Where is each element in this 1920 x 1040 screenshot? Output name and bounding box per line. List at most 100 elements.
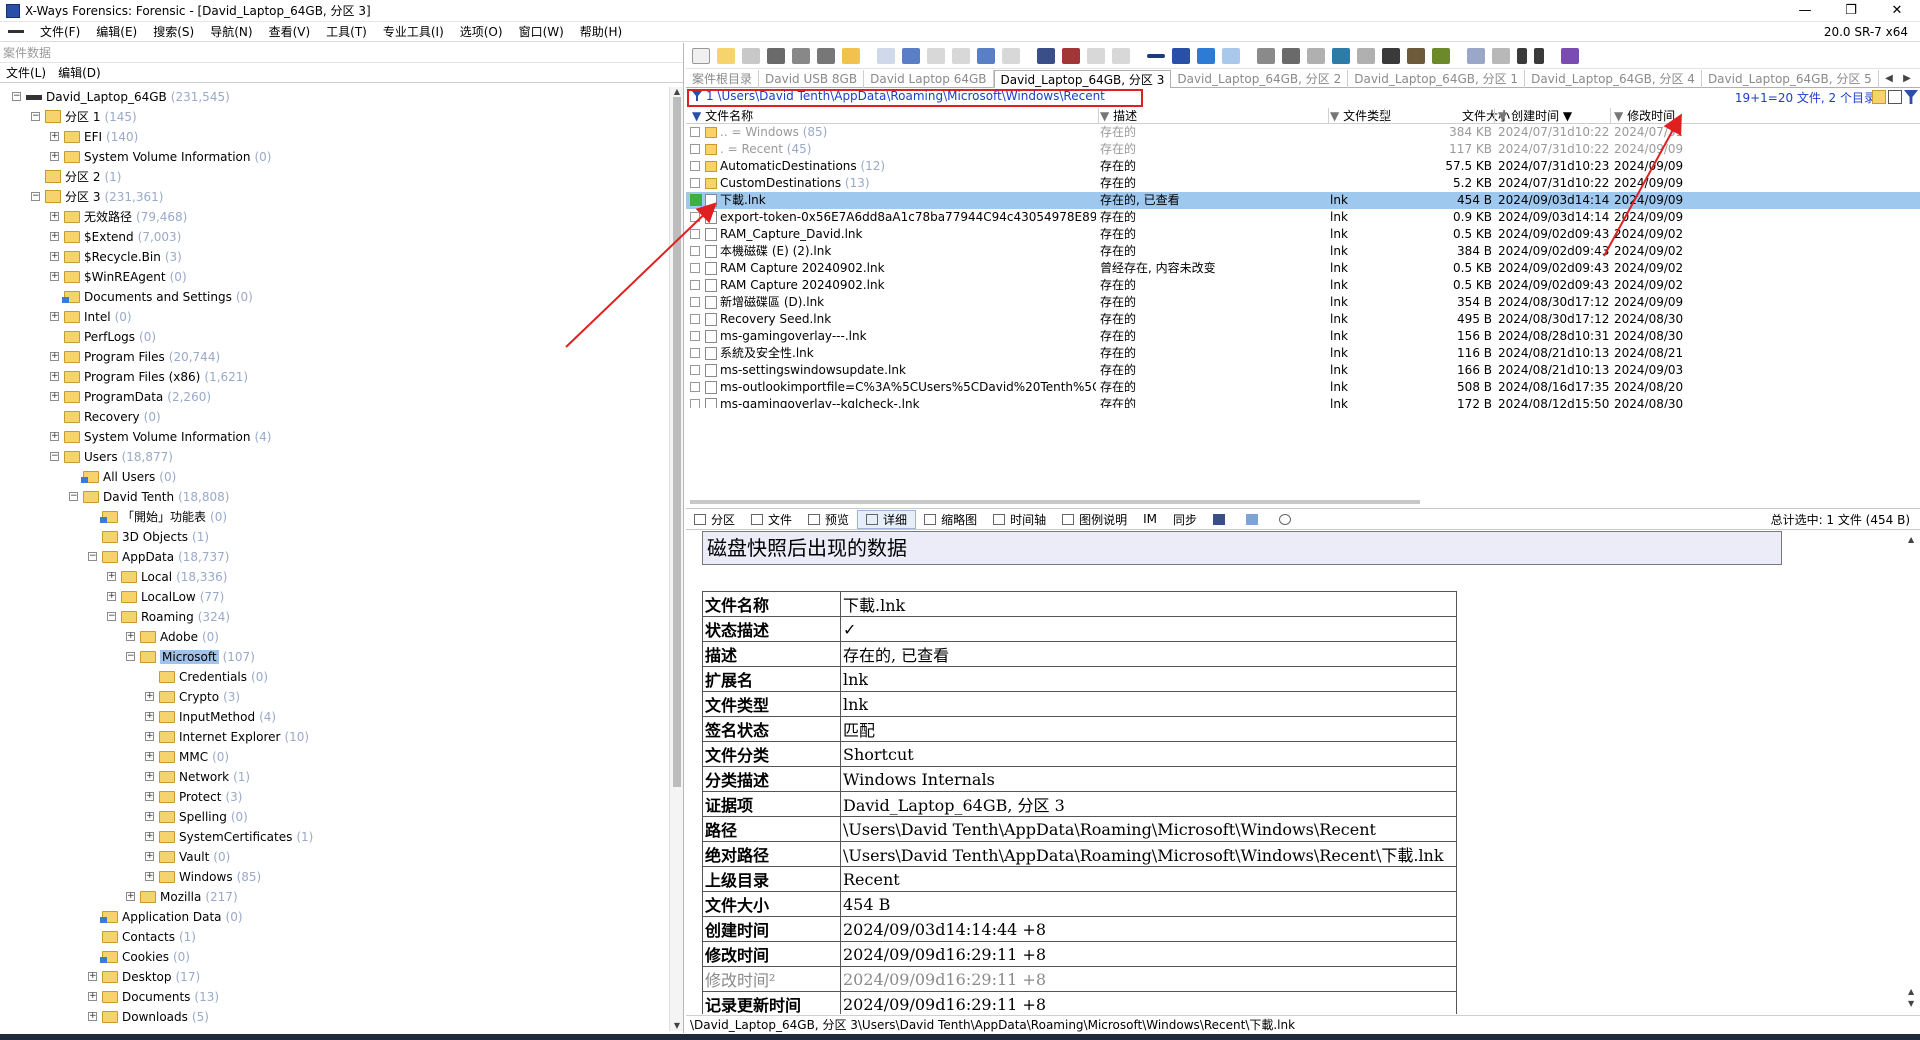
- details-scroll-up-icon[interactable]: ▲: [1908, 535, 1914, 544]
- row-checkbox[interactable]: [690, 399, 700, 408]
- row-checkbox[interactable]: [690, 365, 700, 375]
- tree-node[interactable]: 3D Objects (1): [0, 527, 670, 547]
- row-checkbox[interactable]: [690, 263, 700, 273]
- expand-icon[interactable]: +: [50, 312, 59, 321]
- save-icon[interactable]: [742, 47, 760, 64]
- disk-icon[interactable]: [767, 47, 785, 64]
- details-scrollbar[interactable]: ▲ ▲ ▼: [1906, 531, 1920, 1014]
- paste-icon[interactable]: [927, 47, 945, 64]
- tab-partition-3[interactable]: David_Laptop_64GB, 分区 3: [993, 70, 1172, 88]
- undo-icon[interactable]: [877, 47, 895, 64]
- find-hex-icon[interactable]: [1062, 47, 1080, 64]
- current-path[interactable]: 1 \Users\David Tenth\AppData\Roaming\Mic…: [692, 89, 1105, 104]
- collapse-icon[interactable]: −: [31, 112, 40, 121]
- file-row[interactable]: Recovery Seed.lnk 存在的 lnk 495 B 2024/08/30d1…: [686, 311, 1920, 328]
- collapse-icon[interactable]: −: [107, 612, 116, 621]
- row-checkbox[interactable]: [690, 161, 700, 171]
- tree-node[interactable]: PerfLogs (0): [0, 327, 670, 347]
- expand-icon[interactable]: +: [50, 352, 59, 361]
- header-modified[interactable]: ▼ 修改时间: [1614, 108, 1675, 124]
- collapse-icon[interactable]: −: [126, 652, 135, 661]
- expand-icon[interactable]: +: [50, 432, 59, 441]
- tree-node[interactable]: Recovery (0): [0, 407, 670, 427]
- collapse-icon[interactable]: −: [12, 92, 21, 101]
- tree-node[interactable]: − 分区 3 (231,361): [0, 187, 670, 207]
- analysis-icon[interactable]: [1407, 47, 1425, 64]
- copy-icon[interactable]: [902, 47, 920, 64]
- details-scroll-down-icon[interactable]: ▼: [1908, 999, 1914, 1008]
- expand-icon[interactable]: +: [50, 152, 59, 161]
- expand-icon[interactable]: +: [50, 372, 59, 381]
- file-row[interactable]: 本機磁碟 (E) (2).lnk 存在的 lnk 384 B 2024/09/02d09…: [686, 243, 1920, 260]
- tree-node[interactable]: − Users (18,877): [0, 447, 670, 467]
- tab-left-icon[interactable]: ◀: [1880, 70, 1898, 88]
- tree-node[interactable]: + Documents (13): [0, 987, 670, 1007]
- hscroll-thumb[interactable]: [690, 500, 1420, 504]
- minimize-button[interactable]: —: [1782, 0, 1828, 22]
- copy-block-icon[interactable]: [977, 47, 995, 64]
- scroll-up-icon[interactable]: ▲: [670, 87, 684, 97]
- tree-node[interactable]: + $Extend (7,003): [0, 227, 670, 247]
- tree-node[interactable]: Credentials (0): [0, 667, 670, 687]
- header-desc[interactable]: ▼ 描述: [1100, 108, 1137, 124]
- find-next-icon[interactable]: [1087, 47, 1105, 64]
- file-row[interactable]: 系統及安全性.lnk 存在的 lnk 116 B 2024/08/21d10:13:55…: [686, 345, 1920, 362]
- properties-icon[interactable]: [817, 47, 835, 64]
- file-row[interactable]: AutomaticDestinations (12) 存在的 57.5 KB 2024…: [686, 158, 1920, 175]
- tree-node[interactable]: − Roaming (324): [0, 607, 670, 627]
- expand-icon[interactable]: +: [107, 572, 116, 581]
- new-case-icon[interactable]: [692, 47, 710, 64]
- view-legend-button[interactable]: 图例说明: [1054, 511, 1135, 528]
- header-name[interactable]: ▼ 文件名称: [692, 108, 753, 124]
- tree-node[interactable]: + Program Files (x86) (1,621): [0, 367, 670, 387]
- row-checkbox[interactable]: [690, 144, 700, 154]
- menu-help[interactable]: 帮助(H): [572, 22, 630, 42]
- tree-node[interactable]: − AppData (18,737): [0, 547, 670, 567]
- tree-node[interactable]: + System Volume Information (4): [0, 427, 670, 447]
- menu-window[interactable]: 窗口(W): [511, 22, 572, 42]
- system-menu-icon[interactable]: [8, 30, 24, 33]
- tree-node[interactable]: + Downloads (5): [0, 1007, 670, 1027]
- tab-case-root[interactable]: 案件根目录: [686, 70, 760, 88]
- back-icon[interactable]: [1197, 47, 1215, 64]
- tree-node[interactable]: + MMC (0): [0, 747, 670, 767]
- row-checkbox[interactable]: [690, 178, 700, 188]
- forward-icon[interactable]: [1222, 47, 1240, 64]
- row-checkbox[interactable]: [690, 127, 700, 137]
- tree-node[interactable]: + ProgramData (2,260): [0, 387, 670, 407]
- tree-node[interactable]: + Internet Explorer (10): [0, 727, 670, 747]
- goto-offset-icon[interactable]: [1147, 53, 1165, 58]
- file-row[interactable]: CustomDestinations (13) 存在的 5.2 KB 2024/07/…: [686, 175, 1920, 192]
- view-file-button[interactable]: 文件: [743, 511, 800, 528]
- tree-node[interactable]: + SystemCertificates (1): [0, 827, 670, 847]
- expand-icon[interactable]: +: [50, 212, 59, 221]
- tree-node[interactable]: + Program Files (20,744): [0, 347, 670, 367]
- row-checkbox[interactable]: [690, 331, 700, 341]
- header-type[interactable]: ▼ 文件类型: [1330, 108, 1391, 124]
- tree-node[interactable]: − David_Laptop_64GB (231,545): [0, 87, 670, 107]
- expand-icon[interactable]: +: [88, 1012, 97, 1021]
- tree-node[interactable]: + Protect (3): [0, 787, 670, 807]
- filter-all-icon[interactable]: [1904, 90, 1918, 104]
- tab-right-icon[interactable]: ▶: [1898, 70, 1916, 88]
- tree-node[interactable]: 「開始」功能表 (0): [0, 507, 670, 527]
- file-row[interactable]: ms-settingswindowsupdate.lnk 存在的 lnk 166 B 2…: [686, 362, 1920, 379]
- expand-icon[interactable]: +: [145, 712, 154, 721]
- sidebar-view-icon[interactable]: [1238, 513, 1271, 525]
- fill-icon[interactable]: [1002, 47, 1020, 64]
- tab-partition-1[interactable]: David_Laptop_64GB, 分区 1: [1348, 70, 1526, 88]
- export-icon[interactable]: [842, 47, 860, 64]
- folder-toggle-icon[interactable]: [1872, 90, 1886, 104]
- expand-icon[interactable]: +: [145, 872, 154, 881]
- tree-node[interactable]: Contacts (1): [0, 927, 670, 947]
- ram-icon[interactable]: [1332, 47, 1350, 64]
- row-checkbox[interactable]: [690, 246, 700, 256]
- collapse-icon[interactable]: −: [50, 452, 59, 461]
- menu-search[interactable]: 搜索(S): [145, 22, 202, 42]
- tree-node[interactable]: Cookies (0): [0, 947, 670, 967]
- file-row[interactable]: RAM Capture 20240902.lnk 存在的 lnk 0.5 KB 2024…: [686, 277, 1920, 294]
- menu-options[interactable]: 选项(O): [452, 22, 511, 42]
- menu-edit[interactable]: 编辑(E): [88, 22, 145, 42]
- close-button[interactable]: ✕: [1874, 0, 1920, 22]
- row-checkbox[interactable]: [690, 297, 700, 307]
